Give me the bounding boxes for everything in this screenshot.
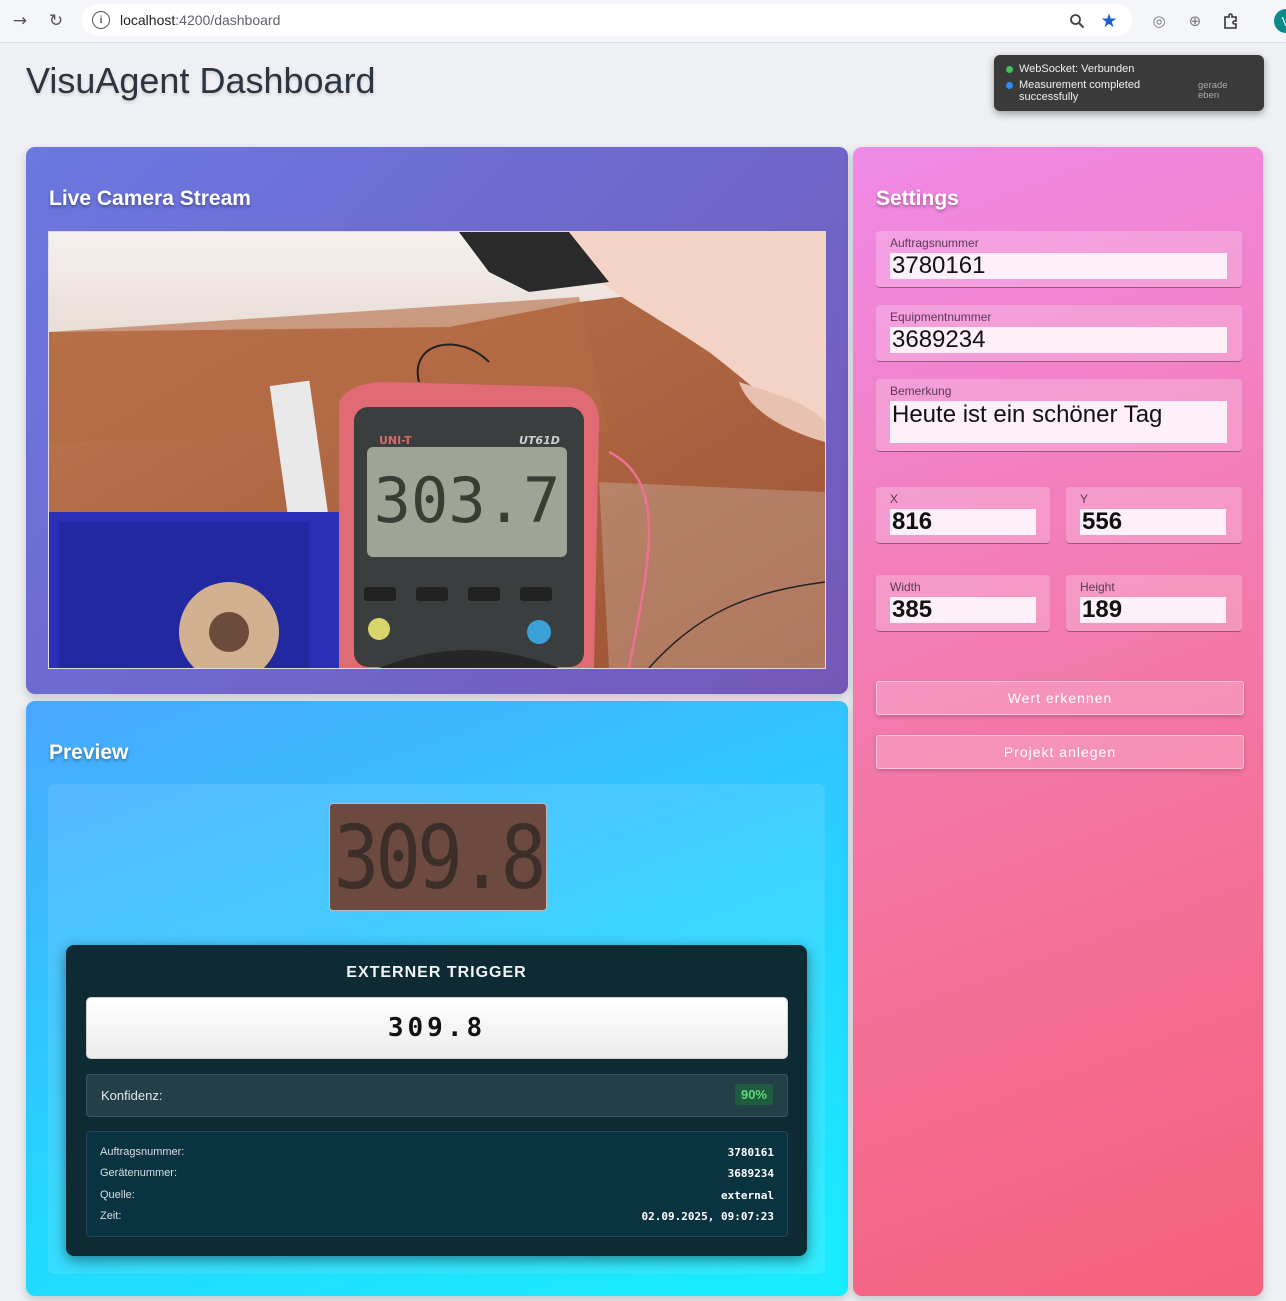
- profile-avatar[interactable]: V: [1274, 9, 1286, 33]
- auftragsnummer-field: Auftragsnummer: [876, 231, 1242, 288]
- trigger-info-box: Auftragsnummer: 3780161 Gerätenummer: 36…: [86, 1131, 788, 1237]
- info-value: 3780161: [727, 1146, 774, 1159]
- info-value: external: [721, 1189, 774, 1202]
- settings-panel-title: Settings: [876, 187, 959, 210]
- width-input[interactable]: [890, 597, 1036, 623]
- notification-toast: WebSocket: Verbunden Measurement complet…: [994, 55, 1264, 111]
- toast-message-text: Measurement completed successfully: [1019, 79, 1141, 103]
- url-host: localhost: [120, 12, 176, 28]
- forward-arrow-icon[interactable]: →: [7, 8, 33, 34]
- detect-value-button[interactable]: Wert erkennen: [876, 681, 1244, 715]
- confidence-badge: 90%: [734, 1084, 773, 1105]
- confidence-box: Konfidenz: 90%: [86, 1074, 788, 1117]
- browser-toolbar: → ↻ i localhost:4200/dashboard ★ ◎ ⊕ V: [0, 0, 1286, 43]
- width-label: Width: [890, 580, 921, 594]
- trigger-value-box: 309.8: [86, 997, 788, 1059]
- info-dot-icon: [1006, 82, 1013, 89]
- external-trigger-card: EXTERNER TRIGGER 309.8 Konfidenz: 90% Au…: [66, 945, 807, 1256]
- url-path: :4200/dashboard: [175, 12, 281, 28]
- bookmark-star-icon[interactable]: ★: [1097, 9, 1121, 33]
- toast-status-row: WebSocket: Verbunden: [1006, 63, 1134, 75]
- auftragsnummer-label: Auftragsnummer: [890, 236, 979, 250]
- extension-icon[interactable]: ◎: [1147, 9, 1171, 33]
- address-bar[interactable]: i localhost:4200/dashboard: [82, 4, 1132, 36]
- x-label: X: [890, 492, 899, 506]
- info-row-quelle: Quelle: external: [100, 1189, 774, 1202]
- extension-globe-icon[interactable]: ⊕: [1183, 9, 1207, 33]
- preview-panel-title: Preview: [49, 741, 129, 764]
- info-label: Zeit:: [100, 1210, 122, 1222]
- height-input[interactable]: [1080, 597, 1226, 623]
- camera-meter-model: UT61D: [519, 434, 560, 447]
- equipmentnummer-field: Equipmentnummer: [876, 305, 1242, 362]
- camera-stream-image: 303.7 UNI-T UT61D: [48, 231, 826, 669]
- info-row-auftragsnummer: Auftragsnummer: 3780161: [100, 1146, 774, 1159]
- equipmentnummer-label: Equipmentnummer: [890, 310, 992, 324]
- y-input[interactable]: [1080, 509, 1226, 535]
- connected-dot-icon: [1006, 66, 1013, 73]
- cropped-reading-text: 309.8: [333, 805, 546, 909]
- toast-message-row: Measurement completed successfully: [1006, 79, 1186, 103]
- toast-status-text: WebSocket: Verbunden: [1019, 63, 1135, 75]
- y-field: Y: [1066, 487, 1242, 544]
- bemerkung-textarea[interactable]: Heute ist ein schöner Tag: [890, 401, 1227, 443]
- bemerkung-field: Bemerkung Heute ist ein schöner Tag: [876, 379, 1242, 452]
- trigger-value: 309.8: [387, 1013, 487, 1043]
- camera-panel-title: Live Camera Stream: [49, 187, 251, 210]
- equipmentnummer-input[interactable]: [890, 327, 1227, 353]
- bemerkung-label: Bemerkung: [890, 384, 952, 398]
- url-text: localhost:4200/dashboard: [120, 12, 280, 28]
- info-value: 3689234: [727, 1167, 774, 1180]
- camera-meter-reading: 303.7: [374, 464, 561, 537]
- puzzle-icon[interactable]: [1219, 9, 1243, 33]
- info-label: Auftragsnummer:: [100, 1146, 185, 1158]
- info-row-geraetenummer: Gerätenummer: 3689234: [100, 1167, 774, 1180]
- x-input[interactable]: [890, 509, 1036, 535]
- height-field: Height: [1066, 575, 1242, 632]
- toast-time: gerade eben: [1198, 80, 1228, 101]
- info-value: 02.09.2025, 09:07:23: [641, 1210, 774, 1223]
- info-label: Quelle:: [100, 1189, 135, 1201]
- cropped-reading-image: 309.8: [329, 803, 547, 911]
- create-project-button[interactable]: Projekt anlegen: [876, 735, 1244, 769]
- confidence-label: Konfidenz:: [101, 1088, 163, 1103]
- width-field: Width: [876, 575, 1050, 632]
- auftragsnummer-input[interactable]: [890, 253, 1227, 279]
- info-label: Gerätenummer:: [100, 1167, 178, 1179]
- reload-icon[interactable]: ↻: [43, 8, 69, 34]
- y-label: Y: [1080, 492, 1089, 506]
- x-field: X: [876, 487, 1050, 544]
- info-row-zeit: Zeit: 02.09.2025, 09:07:23: [100, 1210, 774, 1223]
- height-label: Height: [1080, 580, 1115, 594]
- page-title: VisuAgent Dashboard: [26, 60, 376, 101]
- trigger-title: EXTERNER TRIGGER: [346, 964, 527, 981]
- site-info-icon[interactable]: i: [92, 11, 110, 29]
- zoom-icon[interactable]: [1065, 9, 1089, 33]
- camera-meter-brand: UNI-T: [379, 434, 412, 447]
